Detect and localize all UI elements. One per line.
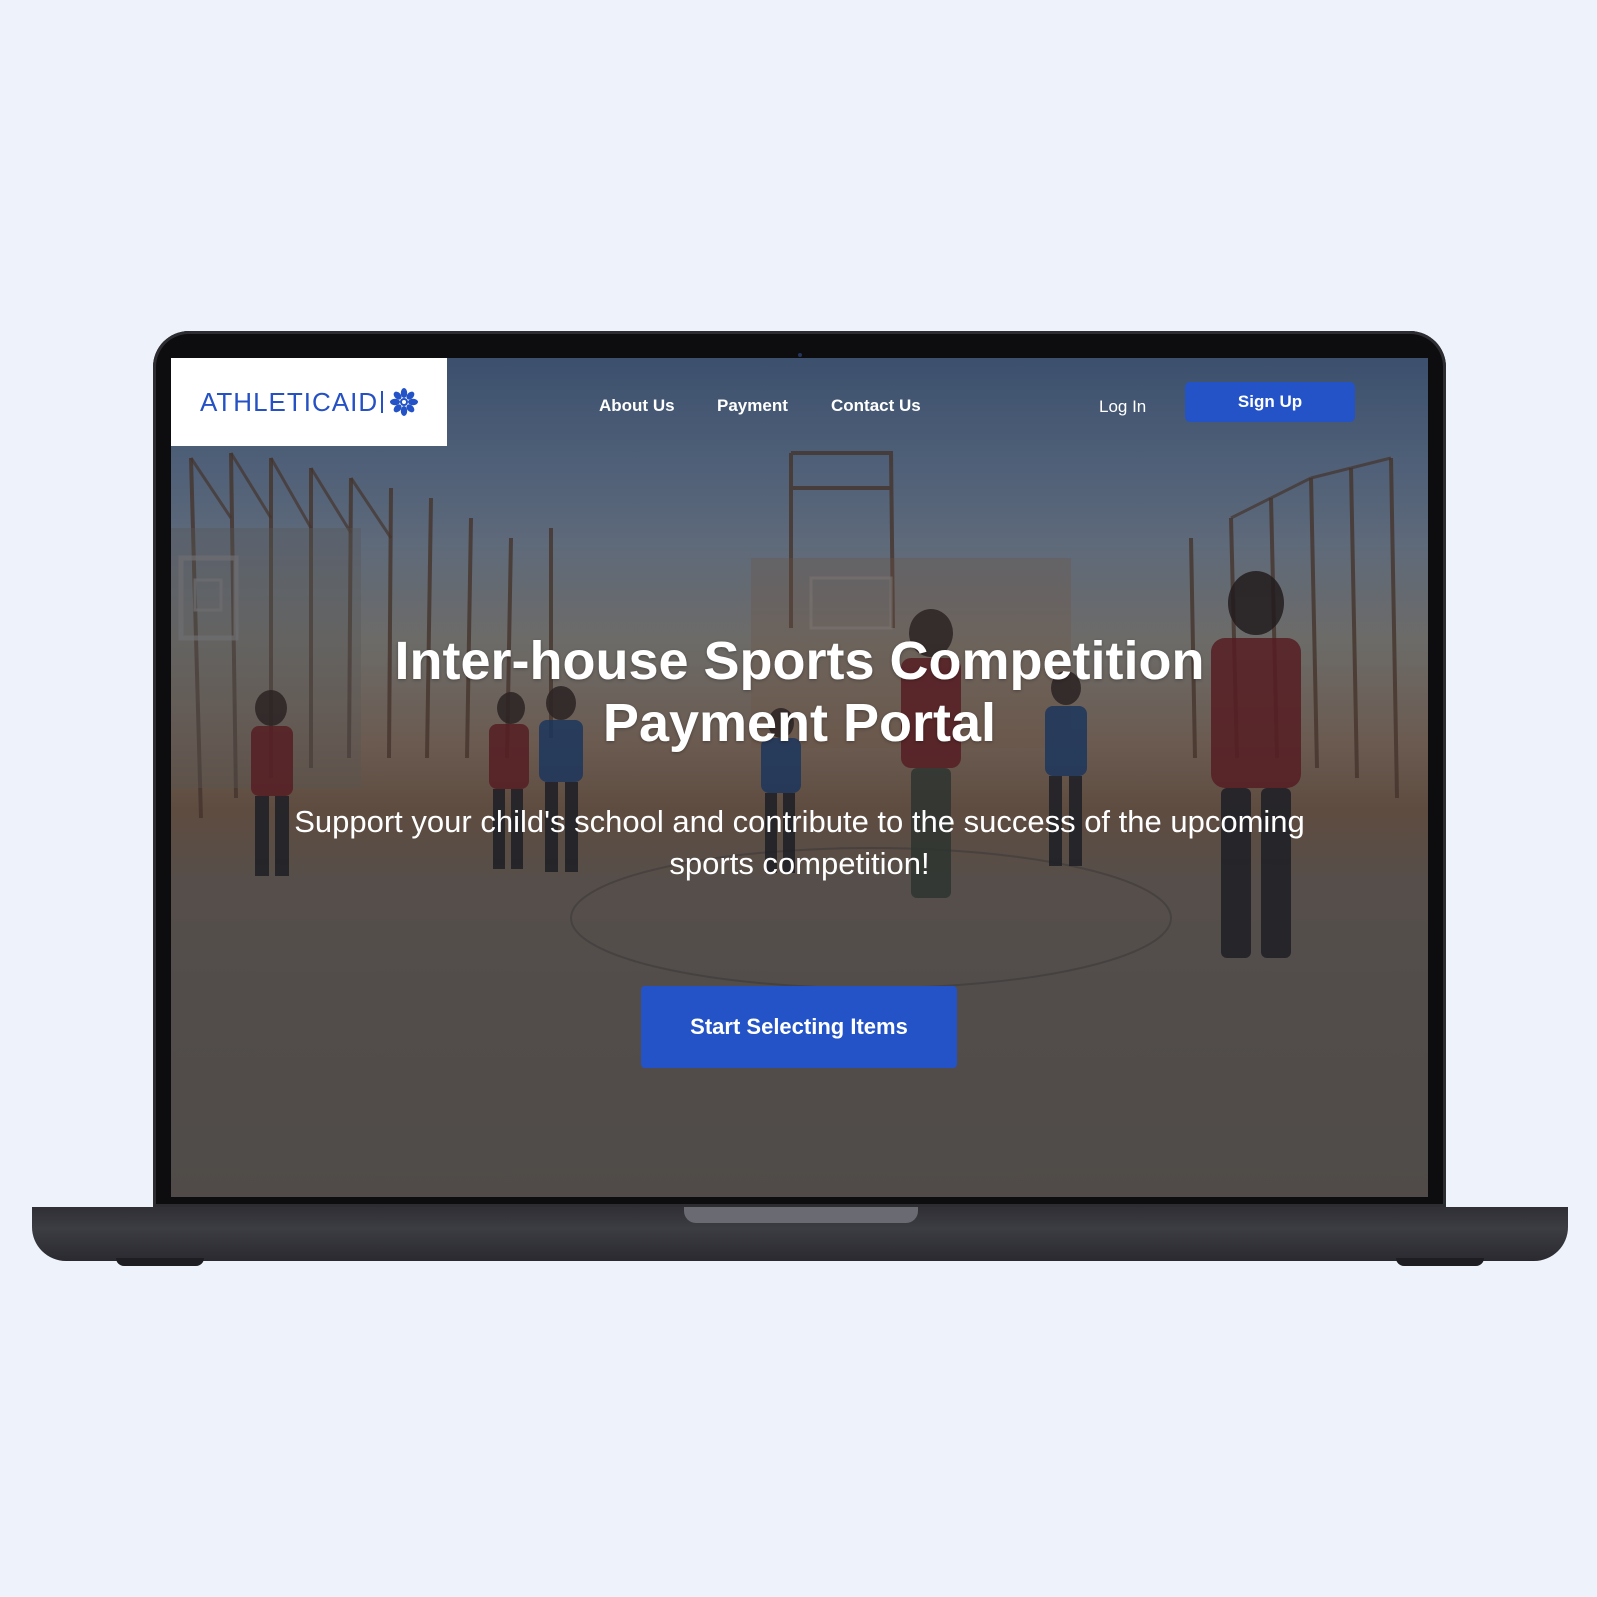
laptop-hinge-notch [684, 1207, 918, 1223]
laptop-screen: ATHLETICAID About Us Payment Contact Us … [171, 358, 1428, 1197]
nav-about-us[interactable]: About Us [599, 396, 675, 416]
signup-button[interactable]: Sign Up [1185, 382, 1355, 422]
login-link[interactable]: Log In [1099, 397, 1146, 417]
logo-divider [381, 391, 384, 413]
hero-title-line-1: Inter-house Sports Competition [394, 631, 1205, 691]
snowflake-flower-icon [390, 388, 419, 416]
hero-subtitle: Support your child's school and contribu… [294, 804, 1305, 881]
laptop-foot-left [116, 1258, 204, 1266]
logo[interactable]: ATHLETICAID [171, 358, 447, 446]
hero-title-line-2: Payment Portal [602, 693, 997, 753]
mockup-stage: ATHLETICAID About Us Payment Contact Us … [0, 0, 1597, 1597]
camera-dot [798, 353, 802, 357]
hero-title: Inter-house Sports Competition Payment P… [171, 630, 1428, 754]
laptop-foot-right [1396, 1258, 1484, 1266]
brand-name: ATHLETICAID [200, 386, 379, 417]
hero-dark-overlay [171, 358, 1428, 1197]
nav-payment[interactable]: Payment [717, 396, 788, 416]
start-selecting-items-button[interactable]: Start Selecting Items [641, 986, 957, 1068]
nav-contact-us[interactable]: Contact Us [831, 396, 921, 416]
